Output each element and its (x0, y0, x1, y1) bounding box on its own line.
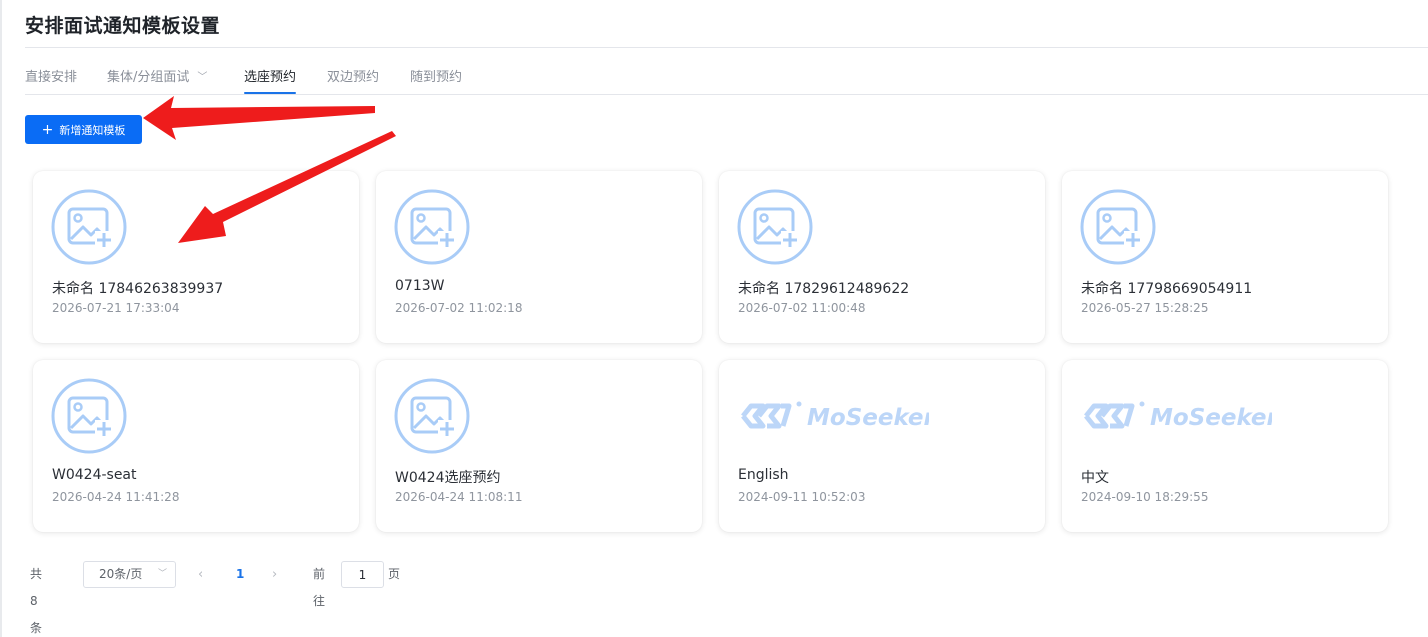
add-template-button[interactable]: + 新增通知模板 (25, 115, 142, 144)
page-size-select[interactable]: 20条/页 ﹀ (83, 561, 176, 588)
image-placeholder-icon (394, 189, 470, 265)
tab-label: 选座预约 (244, 70, 297, 85)
moseeker-logo: MoSeeker (739, 400, 937, 432)
image-placeholder-icon (51, 378, 127, 454)
template-name: 0713W (395, 278, 445, 294)
template-timestamp: 2026-05-27 15:28:25 (1081, 301, 1209, 315)
tab-seat-booking[interactable]: 选座预约 (244, 60, 297, 96)
template-name: English (738, 467, 789, 483)
page-size-value: 20条/页 (99, 567, 143, 581)
template-name: W0424-seat (52, 467, 137, 483)
template-timestamp: 2026-07-21 17:33:04 (52, 301, 180, 315)
page-number-current[interactable]: 1 (236, 561, 244, 588)
tab-direct[interactable]: 直接安排 (25, 60, 77, 96)
template-card[interactable]: 未命名 17798669054911 2026-05-27 15:28:25 (1062, 171, 1388, 343)
tab-label: 集体/分组面试 (107, 70, 190, 85)
tab-group-interview[interactable]: 集体/分组面试 ﹀ (107, 60, 207, 96)
image-placeholder-icon (394, 378, 470, 454)
tab-label: 直接安排 (25, 70, 78, 85)
tab-walkin-booking[interactable]: 随到预约 (410, 60, 462, 96)
template-name: W0424选座预约 (395, 470, 501, 486)
left-border (0, 0, 2, 637)
template-timestamp: 2026-07-02 11:00:48 (738, 301, 866, 315)
goto-label: 前往 (313, 567, 326, 608)
image-placeholder-icon (1080, 189, 1156, 265)
chevron-down-icon: ﹀ (157, 569, 167, 579)
svg-text:MoSeeker: MoSeeker (1150, 405, 1272, 431)
template-name: 未命名 17829612489622 (738, 281, 910, 297)
template-timestamp: 2026-04-24 11:41:28 (52, 490, 180, 504)
svg-text:MoSeeker: MoSeeker (807, 405, 929, 431)
template-name: 未命名 17798669054911 (1081, 281, 1253, 297)
prev-page-icon[interactable]: ‹ (198, 561, 203, 588)
template-timestamp: 2026-07-02 11:02:18 (395, 301, 523, 315)
template-timestamp: 2024-09-11 10:52:03 (738, 490, 866, 504)
annotation-arrow-to-button (143, 96, 375, 140)
pagination-total: 共 8 条 (30, 567, 43, 635)
tab-bilateral-booking[interactable]: 双边预约 (327, 60, 379, 96)
add-template-label: 新增通知模板 (59, 123, 126, 137)
image-placeholder-icon (51, 189, 127, 265)
template-name: 未命名 17846263839937 (52, 281, 224, 297)
tab-label: 随到预约 (410, 70, 463, 85)
page-unit-label: 页 (388, 567, 401, 581)
tabs-divider (25, 94, 1428, 95)
template-card[interactable]: W0424-seat 2026-04-24 11:41:28 (33, 360, 359, 532)
goto-page-input[interactable] (341, 561, 384, 588)
template-card[interactable]: 0713W 2026-07-02 11:02:18 (376, 171, 702, 343)
title-divider (25, 47, 1428, 48)
chevron-down-icon: ﹀ (197, 72, 208, 83)
template-settings-page: 安排面试通知模板设置 直接安排 集体/分组面试 ﹀ 选座预约 双边预约 随到预约 … (0, 0, 1428, 637)
plus-icon: + (41, 121, 54, 138)
image-placeholder-icon (737, 189, 813, 265)
template-timestamp: 2026-04-24 11:08:11 (395, 490, 523, 504)
template-name: 中文 (1081, 470, 1109, 486)
template-card[interactable]: MoSeeker English 2024-09-11 10:52:03 (719, 360, 1045, 532)
next-page-icon[interactable]: › (272, 561, 277, 588)
template-card[interactable]: 未命名 17846263839937 2026-07-21 17:33:04 (33, 171, 359, 343)
template-card[interactable]: 未命名 17829612489622 2026-07-02 11:00:48 (719, 171, 1045, 343)
template-card[interactable]: W0424选座预约 2026-04-24 11:08:11 (376, 360, 702, 532)
template-timestamp: 2024-09-10 18:29:55 (1081, 490, 1209, 504)
moseeker-logo: MoSeeker (1082, 400, 1280, 432)
page-title: 安排面试通知模板设置 (25, 15, 221, 37)
tab-label: 双边预约 (327, 70, 380, 85)
template-card[interactable]: MoSeeker 中文 2024-09-10 18:29:55 (1062, 360, 1388, 532)
